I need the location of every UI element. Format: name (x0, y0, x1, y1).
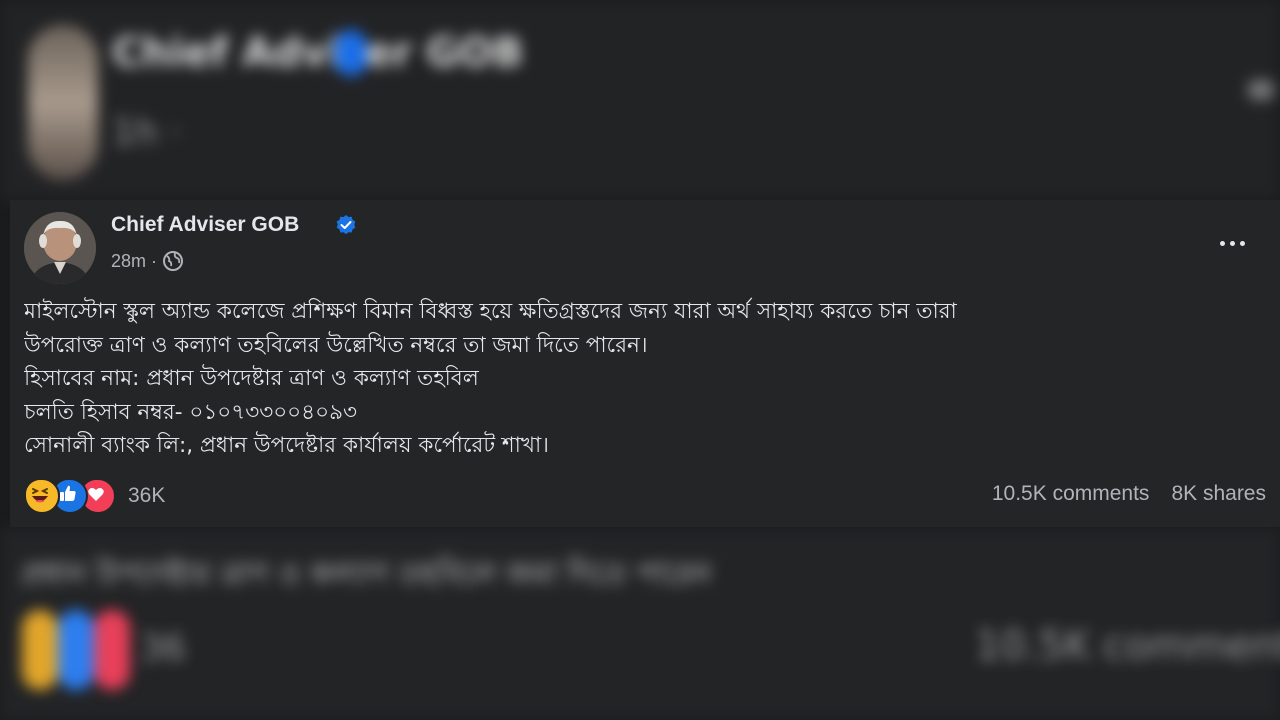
post-text-line: মাইলস্টোন স্কুল অ্যান্ড কলেজে প্রশিক্ষণ … (24, 299, 957, 324)
shares-count-link[interactable]: 8K shares (1171, 482, 1266, 506)
comments-count-link[interactable]: 10.5K comments (992, 482, 1150, 506)
background-verified-icon (335, 30, 367, 76)
author-name[interactable]: Chief Adviser GOB (111, 213, 299, 237)
post-meta: 28m · (111, 250, 184, 272)
more-options-button[interactable] (1214, 233, 1250, 253)
haha-icon (24, 478, 60, 514)
background-more-icon (1248, 80, 1274, 100)
background-post-top: Chief Adviser GOB 1h · (0, 0, 1280, 200)
background-post-time: 1h · (112, 112, 181, 153)
background-reaction-count: 36 (140, 628, 186, 669)
reaction-count: 36K (128, 484, 166, 507)
post-stats: 10.5K comments 8K shares (992, 482, 1266, 506)
reactions-summary[interactable]: 36K (24, 478, 165, 514)
post-card: Chief Adviser GOB 28m · মাইলস্টোন স্কুল … (10, 200, 1280, 527)
post-text-line: সোনালী ব্যাংক লি:, প্রধান উপদেষ্টার কার্… (24, 433, 549, 458)
globe-icon (163, 251, 184, 271)
background-haha-icon (22, 610, 58, 690)
more-dot (1219, 240, 1225, 246)
avatar-photo (24, 212, 96, 284)
post-timestamp[interactable]: 28m (111, 251, 146, 272)
background-avatar (28, 25, 98, 180)
post-text-line: উপরোক্ত ত্রাণ ও কল্যাণ তহবিলের উল্লেখিত … (24, 332, 648, 358)
post-body: মাইলস্টোন স্কুল অ্যান্ড কলেজে প্রশিক্ষণ … (24, 295, 1254, 463)
post-text-line: হিসাবের নাম: প্রধান উপদেষ্টার ত্রাণ ও কল… (24, 366, 479, 391)
background-stats: 10.5K comments (975, 623, 1280, 669)
background-author-name: Chief Adviser GOB (112, 30, 524, 76)
author-avatar[interactable] (24, 212, 96, 284)
post-text-line: চলতি হিসাব নম্বর- ০১০৭৩৩০০৪০৯৩ (24, 399, 358, 425)
background-like-icon (58, 610, 94, 690)
more-dot (1239, 240, 1245, 246)
more-dot (1229, 240, 1235, 246)
background-reactions: 36 10.5K comments (0, 528, 1280, 720)
verified-badge-icon (336, 215, 356, 235)
meta-separator: · (151, 250, 158, 271)
background-love-icon (94, 610, 130, 690)
